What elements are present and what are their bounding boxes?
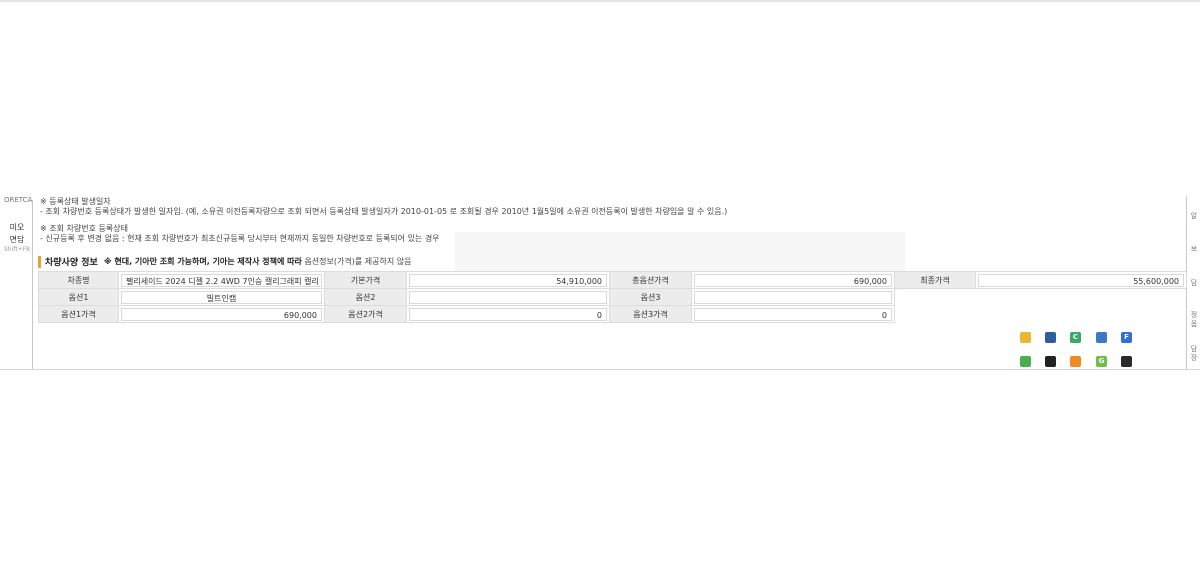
table-row: 옵션1 빌트인캠 옵션2 옵션3: [38, 288, 1187, 306]
vehicle-spec-table: 차종명 팰리세이드 2024 디젤 2.2 4WD 7인승 캘리그래피 캘리 기…: [38, 271, 1187, 323]
reg-date-note-desc: - 조회 차량번호 등록상태가 발생한 일자임. (예, 소유권 이전등록차량으…: [40, 207, 728, 216]
option-total-label: 총옵션가격: [609, 271, 692, 289]
right-sidebar-label[interactable]: 보: [1189, 245, 1199, 253]
f-app-icon[interactable]: F: [1121, 332, 1132, 343]
right-sidebar-label[interactable]: 옵: [1189, 320, 1199, 328]
reg-state-note-desc: - 신규등록 후 변경 없음 : 현재 조회 차량번호가 최초신규등록 당시부터…: [40, 234, 440, 243]
option-total-field[interactable]: 690,000: [694, 273, 892, 287]
final-price-label: 최종가격: [894, 271, 976, 289]
table-row: 차종명 팰리세이드 2024 디젤 2.2 4WD 7인승 캘리그래피 캘리 기…: [38, 271, 1187, 289]
option1-price-field[interactable]: 690,000: [121, 307, 322, 321]
right-sidebar-label[interactable]: 담: [1189, 279, 1199, 287]
section-marker: [38, 255, 41, 268]
car-name-label: 차종명: [38, 271, 119, 289]
folder-icon[interactable]: [1020, 332, 1031, 343]
top-border: [0, 0, 1200, 2]
car-name-field[interactable]: 팰리세이드 2024 디젤 2.2 4WD 7인승 캘리그래피 캘리: [121, 273, 322, 287]
option3-label: 옵션3: [609, 288, 692, 306]
empty-cell: [895, 289, 1187, 306]
left-sidebar-top-label: ORETCA: [4, 196, 33, 204]
final-price-field[interactable]: 55,600,000: [978, 273, 1184, 287]
section-title: 차량사양 정보: [45, 258, 98, 268]
left-sidebar-item-label[interactable]: 면담: [4, 234, 30, 245]
option2-price-label: 옵션2가격: [324, 305, 407, 323]
right-sidebar-label[interactable]: 담: [1189, 345, 1199, 353]
app-orange-icon[interactable]: [1070, 356, 1081, 367]
shield-icon[interactable]: [1045, 332, 1056, 343]
option1-field[interactable]: 빌트인캠: [121, 290, 322, 304]
option3-price-label: 옵션3가격: [609, 305, 692, 323]
left-sidebar-shortcut: Shift+F8: [4, 246, 30, 253]
section-subtitle: ※ 현대, 기아만 조회 가능하며, 기아는 제작사 정책에 따라 옵션정보(가…: [104, 256, 412, 267]
refresh-icon[interactable]: C: [1070, 332, 1081, 343]
option3-field[interactable]: [694, 290, 892, 304]
grid-icon[interactable]: [1045, 356, 1056, 367]
option2-price-field[interactable]: 0: [409, 307, 607, 321]
option2-field[interactable]: [409, 290, 607, 304]
spec-section-header: 차량사양 정보 ※ 현대, 기아만 조회 가능하며, 기아는 제작사 정책에 따…: [38, 255, 411, 268]
base-price-label: 기본가격: [324, 271, 407, 289]
left-sidebar-item-icon[interactable]: 미오: [4, 222, 30, 233]
option1-label: 옵션1: [38, 288, 119, 306]
bottom-border: [0, 369, 1200, 370]
pin-icon[interactable]: [1020, 356, 1031, 367]
right-sidebar-label[interactable]: 정: [1189, 311, 1199, 319]
section-subtitle-prefix: ※ 현대, 기아만 조회 가능하며, 기아는 제작사 정책에 따라: [103, 257, 302, 266]
left-sidebar: ORETCA 미오 면담 Shift+F8: [0, 194, 33, 370]
diamond-icon[interactable]: [1096, 332, 1107, 343]
left-divider: [32, 200, 33, 370]
option3-price-field[interactable]: 0: [694, 307, 892, 321]
section-subtitle-suffix: 옵션정보(가격)를 제공하지 않음: [304, 257, 412, 266]
right-sidebar-label[interactable]: 장: [1189, 354, 1199, 362]
g-app-icon[interactable]: G: [1096, 356, 1107, 367]
right-sidebar-label[interactable]: 알: [1189, 212, 1199, 220]
base-price-field[interactable]: 54,910,000: [409, 273, 607, 287]
option2-label: 옵션2: [324, 288, 407, 306]
camera-icon[interactable]: [1121, 356, 1132, 367]
empty-cell: [895, 306, 1187, 323]
table-row: 옵션1가격 690,000 옵션2가격 0 옵션3가격 0: [38, 305, 1187, 323]
option1-price-label: 옵션1가격: [38, 305, 119, 323]
tray-icons: C F G: [1014, 324, 1140, 370]
